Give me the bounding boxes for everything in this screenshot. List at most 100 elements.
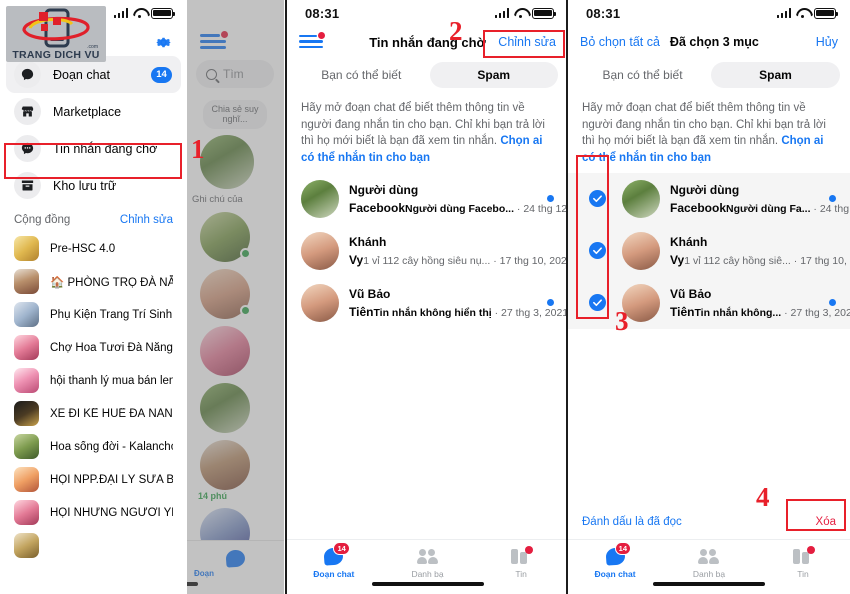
community-thumbnail — [14, 434, 39, 459]
wifi-icon — [133, 8, 146, 18]
thread-list-selection: Người dùng FacebookNgười dùng Fa... · 24… — [568, 172, 850, 329]
tab-you-may-know[interactable]: Bạn có thể biết — [297, 62, 426, 88]
home-indicator — [371, 581, 484, 586]
mark-as-read-button[interactable]: Đánh dấu là đã đọc — [582, 516, 682, 528]
community-thumbnail — [14, 236, 39, 261]
status-bar: 08:31 — [568, 0, 850, 26]
community-thumbnail — [14, 401, 39, 426]
stories-icon — [509, 546, 534, 566]
thread-date: · 27 thg 3, 2021 — [784, 306, 850, 319]
drawer-scrim[interactable] — [187, 0, 284, 594]
thread-list: Người dùng FacebookNgười dùng Facebo... … — [287, 173, 568, 329]
info-blurb: Hãy mở đoạn chat để biết thêm thông tin … — [582, 102, 826, 165]
status-bar: 08:31 — [287, 0, 568, 26]
cellular-signal-icon — [776, 8, 791, 18]
tab-label: Đoạn chat — [313, 569, 355, 579]
unread-badge: 14 — [614, 542, 631, 555]
thread-row[interactable]: Khánh Vy1 vỉ 112 cây hồng siê... · 17 th… — [568, 225, 850, 277]
thread-preview: Người dùng Fa... · 24 thg 12, 2022 — [726, 203, 850, 215]
tab-chats[interactable]: 14 Đoạn chat — [287, 542, 381, 579]
wifi-icon — [796, 8, 809, 18]
section-title: Cộng đồng — [14, 214, 71, 226]
community-list-item[interactable]: Pre-HSC 4.0 — [0, 232, 187, 265]
home-indicator — [653, 581, 765, 586]
tab-spam[interactable]: Spam — [711, 62, 840, 88]
battery-icon — [151, 7, 175, 19]
community-list-item[interactable]: 🏠 PHÒNG TRỌ ĐÀ NẴNG — [0, 265, 187, 298]
people-icon — [697, 546, 721, 566]
phone-panel-2: 08:31 Tin nhắn đang chờ Chỉnh sửa Bạn có… — [285, 0, 569, 594]
community-list-item[interactable]: Chợ Hoa Tươi Đà Nẵng — [0, 331, 187, 364]
delete-button[interactable]: Xóa — [816, 516, 836, 528]
sidebar-item-label: Marketplace — [53, 104, 122, 119]
tab-stories[interactable]: Tin — [474, 546, 568, 579]
thread-row[interactable]: Vũ Bảo TiênTin nhắn không... · 27 thg 3,… — [568, 277, 850, 329]
nav-bar: Tin nhắn đang chờ Chỉnh sửa — [287, 26, 568, 58]
thread-row[interactable]: Người dùng FacebookNgười dùng Fa... · 24… — [568, 173, 850, 225]
status-time: 08:31 — [586, 5, 621, 21]
community-list-item[interactable]: hội thanh lý mua bán len sợi — [0, 364, 187, 397]
unread-dot — [829, 299, 836, 307]
row-checkbox[interactable] — [582, 190, 612, 208]
edit-button[interactable]: Chỉnh sửa — [498, 35, 556, 49]
community-list-item[interactable] — [0, 529, 187, 562]
thread-preview: 1 vỉ 112 cây hồng siê... · 17 thg 10, 20… — [684, 255, 850, 267]
thread-date: · 24 thg 12, 2022 — [813, 202, 850, 215]
community-name: Hoa sống đời - Kalanchoe - Ho... — [50, 440, 173, 453]
community-thumbnail — [14, 368, 39, 393]
community-list-item[interactable]: Phụ Kiện Trang Trí Sinh Nhật,... — [0, 298, 187, 331]
tab-spam[interactable]: Spam — [429, 62, 558, 88]
deselect-all-button[interactable]: Bỏ chọn tất cả — [580, 35, 660, 49]
community-list-item[interactable]: HỘI NPP.ĐẠI LÝ SỮA BÌM TOÀ... — [0, 463, 187, 496]
cancel-button[interactable]: Hủy — [816, 35, 838, 49]
row-checkbox[interactable] — [582, 242, 612, 260]
row-checkbox[interactable] — [582, 294, 612, 312]
segmented-control: Bạn có thể biết Spam — [568, 58, 850, 92]
sidebar-item-label: Đoạn chat — [53, 67, 110, 82]
community-list-item[interactable]: XE ĐI KẾ HUẾ ĐÀ NẴNG — [0, 397, 187, 430]
avatar — [622, 179, 660, 218]
avatar — [301, 231, 339, 270]
phone-panel-1: Tìm Chia sẻ suy nghĩ... Ghi chú của 14 p… — [0, 0, 284, 594]
tab-chats[interactable]: 14 Đoạn chat — [568, 542, 662, 579]
watermark-text: TRANG DICH VU — [12, 49, 100, 61]
segmented-control: Bạn có thể biết Spam — [287, 58, 568, 92]
annotation-number-1: 1 — [191, 134, 205, 164]
tab-label: Tin — [515, 569, 527, 579]
tab-contacts[interactable]: Danh bạ — [662, 546, 756, 579]
sidebar-item-marketplace[interactable]: Marketplace — [6, 93, 181, 130]
tab-stories[interactable]: Tin — [756, 546, 850, 579]
thread-row[interactable]: Khánh Vy1 vỉ 112 cây hồng siêu nụ... · 1… — [287, 225, 568, 277]
thread-row[interactable]: Vũ Bảo TiênTin nhắn không hiển thị · 27 … — [287, 277, 568, 329]
sidebar-item-archive[interactable]: Kho lưu trữ — [6, 167, 181, 204]
sidebar-item-label: Kho lưu trữ — [53, 178, 117, 193]
nav-bar-selection-mode: Bỏ chọn tất cả Đã chọn 3 mục Hủy — [568, 26, 850, 58]
gear-icon[interactable] — [154, 33, 173, 52]
community-list-item[interactable]: Hoa sống đời - Kalanchoe - Ho... — [0, 430, 187, 463]
info-blurb: Hãy mở đoạn chat để biết thêm thông tin … — [301, 102, 545, 165]
sidebar-item-message-requests[interactable]: Tin nhắn đang chờ — [6, 130, 181, 167]
annotation-number-3: 3 — [615, 306, 629, 336]
thread-preview: Tin nhắn không... · 27 thg 3, 2021 — [694, 307, 850, 319]
community-name: hội thanh lý mua bán len sợi — [50, 374, 173, 387]
status-time: 08:31 — [305, 5, 340, 21]
thread-row[interactable]: Người dùng FacebookNgười dùng Facebo... … — [287, 173, 568, 225]
archive-box-icon — [14, 172, 41, 199]
thread-date: · 17 thg 10, 2022 — [493, 254, 569, 267]
community-name: 🏠 PHÒNG TRỌ ĐÀ NẴNG — [50, 276, 173, 289]
selection-count-label: Đã chọn 3 mục — [669, 35, 759, 49]
unread-badge: 14 — [333, 542, 350, 555]
tab-you-may-know[interactable]: Bạn có thể biết — [578, 62, 707, 88]
community-name: Phụ Kiện Trang Trí Sinh Nhật,... — [50, 308, 173, 321]
tab-label: Danh bạ — [692, 569, 726, 579]
battery-icon — [532, 7, 556, 19]
community-name: Chợ Hoa Tươi Đà Nẵng — [50, 341, 173, 354]
screenshot-stage: Tìm Chia sẻ suy nghĩ... Ghi chú của 14 p… — [0, 0, 850, 594]
edit-communities-button[interactable]: Chỉnh sửa — [120, 214, 173, 226]
tab-contacts[interactable]: Danh bạ — [381, 546, 475, 579]
thread-date: · 27 thg 3, 2021 — [494, 306, 569, 319]
annotation-number-4: 4 — [756, 482, 770, 512]
navigation-drawer: 08:31 — [0, 0, 187, 594]
community-list-item[interactable]: HỘI NHỮNG NGƯỜI YÊU HOA... — [0, 496, 187, 529]
chat-bubble-icon — [14, 61, 41, 88]
